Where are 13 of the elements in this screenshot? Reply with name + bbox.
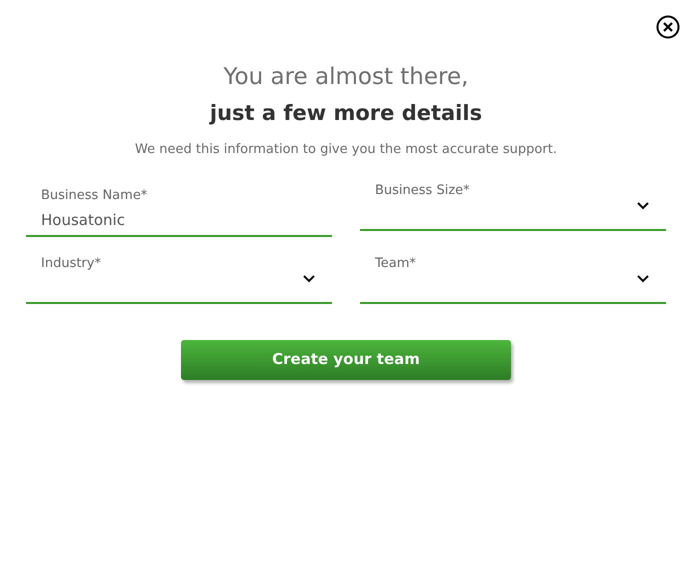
- dropdown-field[interactable]: Team*: [360, 250, 666, 304]
- chevron-down-icon: [637, 202, 649, 210]
- heading: You are almost there,: [224, 63, 468, 92]
- close-button[interactable]: [656, 15, 680, 39]
- subheading: just a few more details: [210, 100, 482, 127]
- text-field[interactable]: Housatonic: [26, 206, 332, 236]
- chevron-down-icon: [637, 274, 649, 282]
- chevron-down-icon: [303, 274, 315, 282]
- description: We need this information to give you the most accurate support.: [135, 141, 557, 159]
- dropdown-field[interactable]: Business Size*: [360, 178, 666, 230]
- create-team-button[interactable]: Create your team: [181, 340, 511, 380]
- field-label: Business Name*: [41, 186, 148, 204]
- dropdown-field[interactable]: Industry*: [26, 250, 332, 304]
